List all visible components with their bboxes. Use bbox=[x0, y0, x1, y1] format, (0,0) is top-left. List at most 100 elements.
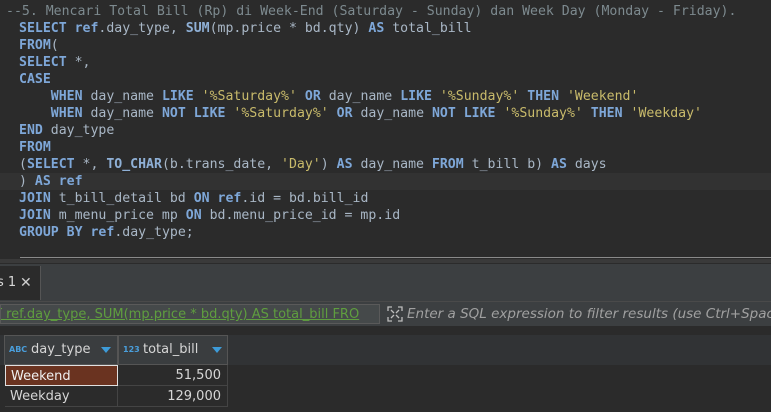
code-token: t_bill b) bbox=[463, 157, 552, 172]
code-line[interactable]: CASE bbox=[0, 71, 771, 88]
editor-divider bbox=[20, 257, 771, 258]
code-token: day_name bbox=[82, 106, 162, 121]
code-token: t_bill_detail bd bbox=[50, 191, 194, 206]
code-line[interactable]: JOIN m_menu_price mp ON bd.menu_price_id… bbox=[0, 207, 771, 224]
sql-editor[interactable]: --5. Mencari Total Bill (Rp) di Week-End… bbox=[0, 0, 771, 262]
code-token: '%Saturday%' bbox=[201, 89, 297, 104]
code-line[interactable]: FROM bbox=[0, 139, 771, 156]
code-token: day_type bbox=[42, 123, 115, 138]
code-token: JOIN bbox=[19, 191, 51, 206]
code-token: JOIN bbox=[19, 208, 51, 223]
code-token: SUM bbox=[185, 21, 210, 36]
code-token: ( bbox=[19, 157, 27, 172]
code-line[interactable]: WHEN day_name NOT LIKE '%Saturday%' OR d… bbox=[0, 105, 771, 122]
code-token: GROUP BY bbox=[19, 225, 83, 240]
code-token: total_bill bbox=[384, 21, 472, 36]
filter-query-history[interactable]: T ref.day_type, SUM(mp.price * bd.qty) A… bbox=[0, 304, 380, 324]
code-token: m_menu_price mp bbox=[50, 208, 186, 223]
code-line[interactable]: --5. Mencari Total Bill (Rp) di Week-End… bbox=[0, 3, 758, 20]
code-line[interactable]: END day_type bbox=[0, 122, 771, 139]
code-line[interactable]: JOIN t_bill_detail bd ON ref.id = bd.bil… bbox=[0, 190, 771, 207]
code-token: (b.trans_date, bbox=[161, 157, 282, 172]
code-token: ) bbox=[19, 174, 35, 189]
code-token: FROM bbox=[19, 140, 51, 155]
code-line[interactable]: (SELECT *, TO_CHAR(b.trans_date, 'Day') … bbox=[0, 156, 771, 173]
numeric-type-icon: 123 bbox=[123, 345, 140, 354]
code-token: WHEN bbox=[50, 89, 83, 104]
code-token: FROM bbox=[19, 38, 51, 53]
code-token: LIKE bbox=[161, 89, 194, 104]
filter-query-text: T ref.day_type, SUM(mp.price * bd.qty) A… bbox=[0, 307, 360, 322]
table-row[interactable]: Weekend 51,500 bbox=[0, 365, 771, 386]
code-line[interactable]: FROM( bbox=[0, 37, 771, 54]
code-token: bd.menu_price_id = mp.id bbox=[201, 208, 401, 223]
code-token: AS bbox=[368, 21, 385, 36]
code-line[interactable]: SELECT ref.day_type, SUM(mp.price * bd.q… bbox=[0, 20, 771, 37]
code-token: AS bbox=[34, 174, 51, 189]
code-token: .day_type; bbox=[114, 225, 194, 240]
code-token: SELECT bbox=[19, 55, 67, 70]
code-token: 'Weekend' bbox=[566, 89, 639, 104]
code-token: THEN bbox=[590, 106, 623, 121]
code-line[interactable]: SELECT *, bbox=[0, 54, 771, 71]
filter-bar: T ref.day_type, SUM(mp.price * bd.qty) A… bbox=[0, 302, 771, 326]
editor-horizontal-scrollbar[interactable] bbox=[0, 259, 771, 263]
code-token: 'Day' bbox=[281, 157, 321, 172]
code-token: ON bbox=[185, 208, 202, 223]
results-tab-strip: s 1 ✕ bbox=[0, 264, 771, 302]
code-token: 'Weekday' bbox=[630, 106, 702, 121]
code-line[interactable]: ) AS ref bbox=[0, 173, 771, 190]
code-token: ref bbox=[90, 225, 115, 240]
sort-dropdown-icon[interactable] bbox=[212, 347, 222, 353]
code-token: WHEN bbox=[50, 106, 83, 121]
code-token: *, bbox=[74, 157, 107, 172]
code-token: OR bbox=[336, 106, 353, 121]
code-token: .id = bd.bill_id bbox=[241, 191, 369, 206]
cell-day-type[interactable]: Weekday bbox=[5, 386, 118, 407]
code-token: day_type, bbox=[106, 21, 186, 36]
code-token: ref bbox=[217, 191, 242, 206]
code-token: ref bbox=[74, 21, 99, 36]
code-token: TO_CHAR bbox=[106, 157, 162, 172]
column-header-total-bill[interactable]: 123 total_bill bbox=[118, 335, 228, 365]
close-icon[interactable]: ✕ bbox=[20, 266, 32, 300]
sort-dropdown-icon[interactable] bbox=[101, 347, 111, 353]
result-grid: ABC day_type 123 total_bill Weekend 51,5… bbox=[0, 327, 771, 412]
cell-day-type[interactable]: Weekend bbox=[5, 365, 118, 386]
grid-header: ABC day_type 123 total_bill bbox=[0, 335, 771, 365]
code-token: ) bbox=[320, 157, 337, 172]
code-token: day_name bbox=[352, 157, 432, 172]
code-token: OR bbox=[304, 89, 321, 104]
cell-total-bill[interactable]: 129,000 bbox=[118, 386, 228, 407]
code-token: ON bbox=[193, 191, 210, 206]
code-token: ( bbox=[50, 38, 59, 53]
code-token: FROM bbox=[431, 157, 464, 172]
filter-expression-input[interactable] bbox=[407, 304, 771, 324]
table-row[interactable]: Weekday 129,000 bbox=[0, 386, 771, 407]
code-line[interactable]: WHEN day_name LIKE '%Saturday%' OR day_n… bbox=[0, 88, 771, 105]
code-token: day_name bbox=[352, 106, 432, 121]
code-token: '%Sunday%' bbox=[439, 89, 520, 104]
code-token: days bbox=[566, 157, 607, 172]
column-header-day-type[interactable]: ABC day_type bbox=[4, 335, 118, 365]
code-token: SELECT bbox=[26, 157, 75, 172]
text-type-icon: ABC bbox=[9, 345, 28, 354]
code-token: '%Sunday%' bbox=[503, 106, 583, 121]
filter-expand-icon[interactable] bbox=[386, 305, 404, 323]
code-token: AS bbox=[551, 157, 567, 172]
cell-total-bill[interactable]: 51,500 bbox=[118, 365, 228, 386]
results-tab-label: s 1 bbox=[0, 275, 17, 290]
code-token: ref bbox=[58, 174, 83, 189]
code-token: NOT LIKE bbox=[431, 106, 496, 121]
code-line[interactable]: GROUP BY ref.day_type; bbox=[0, 224, 771, 241]
code-token: day_name bbox=[320, 89, 401, 104]
results-tab[interactable]: s 1 ✕ bbox=[0, 266, 41, 300]
